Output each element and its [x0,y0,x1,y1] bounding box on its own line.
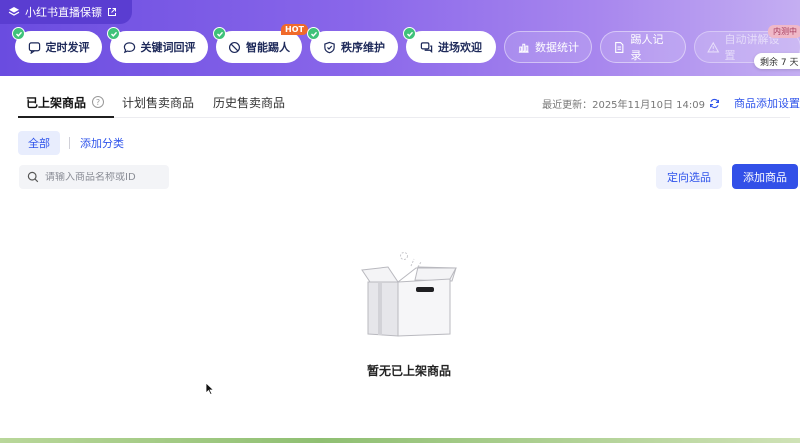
search-input[interactable] [45,171,160,183]
check-icon [403,27,416,40]
warning-icon [707,41,720,52]
empty-state-text: 暂无已上架商品 [366,364,451,378]
tool-bar: 定时发评 关键词回评 HOT 智能踢人 秩序维护 进场欢迎 数据统计 踢人记录 … [12,24,800,63]
tool-data-stats[interactable]: 数据统计 [504,31,592,63]
check-icon [213,27,226,40]
chart-icon [518,43,529,53]
search-box [19,165,169,189]
empty-box-illustration [361,252,457,337]
category-bar: 全部 添加分类 [18,131,124,155]
tool-label: 踢人记录 [630,33,664,62]
product-add-settings-link[interactable]: 商品添加设置 [734,95,800,111]
check-icon [12,27,25,40]
hot-badge: HOT [281,24,308,35]
product-tabs: 已上架商品 ? 计划售卖商品 历史售卖商品 最近更新：2025年11月10日 1… [18,88,800,118]
tab-listed[interactable]: 已上架商品 [26,94,86,111]
top-header: 小红书直播保镖 定时发评 关键词回评 HOT 智能踢人 秩序维护 进场欢迎 数据… [0,0,800,76]
last-updated: 最近更新：2025年11月10日 14:09 [542,96,720,111]
search-icon [27,171,39,183]
help-icon[interactable]: ? [92,96,104,108]
tool-label: 定时发评 [45,41,90,54]
desktop-background-strip [0,438,800,443]
check-icon [107,27,120,40]
refresh-icon[interactable] [709,98,720,109]
tool-label: 数据统计 [535,41,579,54]
tool-scheduled-comment[interactable]: 定时发评 [12,27,102,63]
last-updated-text: 最近更新：2025年11月10日 14:09 [542,100,705,111]
trial-remaining: 剩余 7 天 [754,53,800,69]
tab-history[interactable]: 历史售卖商品 [213,94,285,111]
tool-smart-kick[interactable]: HOT 智能踢人 [213,24,308,63]
tool-keyword-reply[interactable]: 关键词回评 [107,27,208,63]
add-product-button[interactable]: 添加商品 [732,164,798,189]
chat-icon [123,41,135,53]
beta-badge: 内测中 [768,25,800,38]
category-all[interactable]: 全部 [18,131,60,155]
check-icon [307,27,320,40]
send-icon [28,41,40,54]
tool-label: 进场欢迎 [438,41,482,54]
external-link-icon[interactable] [107,7,117,17]
mouse-cursor-icon [205,382,214,395]
brand-tab[interactable]: 小红书直播保镖 [0,0,132,24]
tool-entry-welcome[interactable]: 进场欢迎 [403,27,496,63]
category-divider [69,137,70,149]
add-category-link[interactable]: 添加分类 [80,135,124,151]
tool-label: 关键词回评 [140,41,196,54]
ban-icon [228,41,241,53]
active-tab-indicator [18,116,114,118]
shield-icon [324,41,335,53]
welcome-icon [420,41,433,53]
targeted-select-button[interactable]: 定向选品 [656,165,722,189]
brand-title: 小红书直播保镖 [25,6,102,19]
tab-planned[interactable]: 计划售卖商品 [122,94,194,111]
tool-label: 秩序维护 [341,41,385,54]
layers-icon [8,7,20,16]
tool-kick-records[interactable]: 踢人记录 [600,31,686,63]
tool-order-maintain[interactable]: 秩序维护 [307,27,398,63]
tool-label: 智能踢人 [246,41,290,54]
doc-icon [615,41,624,53]
